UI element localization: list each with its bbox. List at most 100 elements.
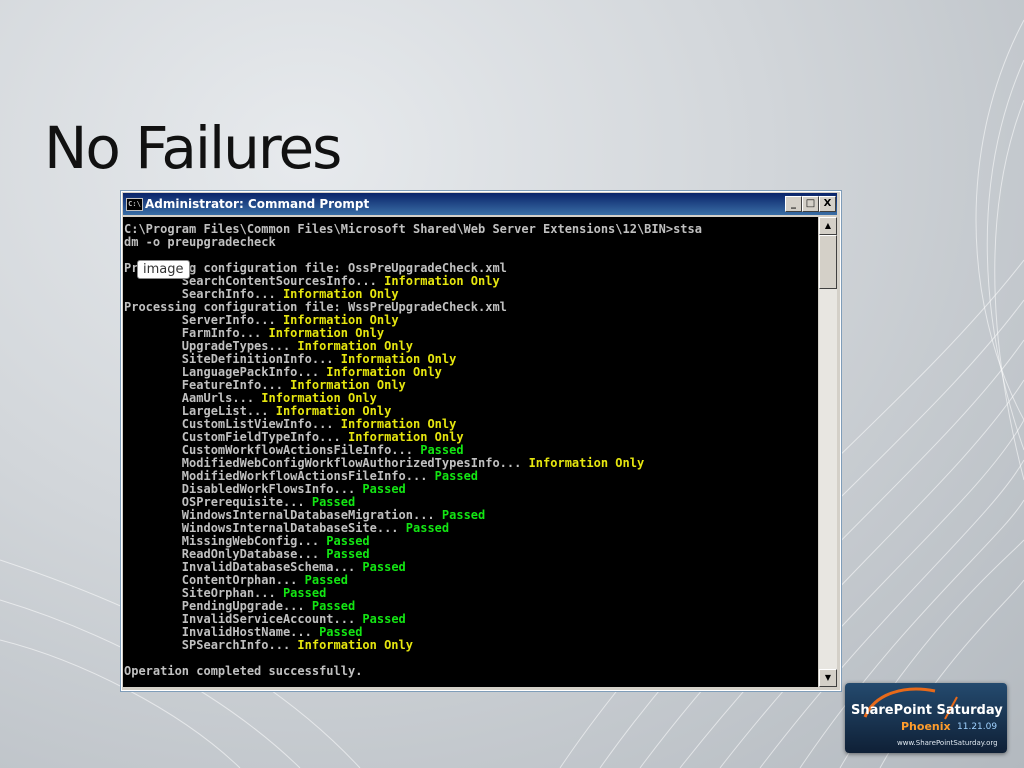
minimize-button[interactable]: _ bbox=[785, 196, 802, 212]
console-line-text: InvalidHostName... bbox=[124, 625, 320, 639]
status-information-only: Information Only bbox=[261, 391, 377, 405]
window-title: Administrator: Command Prompt bbox=[145, 197, 370, 211]
status-information-only: Information Only bbox=[340, 417, 457, 431]
console-line-text: LanguagePackInfo... bbox=[124, 365, 327, 379]
status-information-only: Information Only bbox=[282, 287, 399, 301]
scroll-down-button[interactable]: ▼ bbox=[819, 669, 837, 687]
status-passed: Passed bbox=[420, 443, 464, 457]
command-prompt-icon: C:\ bbox=[126, 198, 143, 211]
status-passed: Passed bbox=[311, 495, 356, 509]
console-line-text: Operation completed successfully. bbox=[124, 664, 363, 678]
console-line-text: ContentOrphan... bbox=[124, 573, 305, 587]
console-line-text: CustomWorkflowActionsFileInfo... bbox=[124, 443, 421, 457]
console-line-text: PendingUpgrade... bbox=[124, 599, 312, 613]
console-line-text: ReadOnlyDatabase... bbox=[124, 547, 327, 561]
console-line: AamUrls... Information Only bbox=[124, 391, 377, 405]
console-line: Operation completed successfully. bbox=[124, 664, 362, 678]
console-line: ModifiedWebConfigWorkflowAuthorizedTypes… bbox=[124, 456, 644, 470]
status-passed: Passed bbox=[304, 573, 348, 587]
console-line: InvalidServiceAccount... Passed bbox=[124, 612, 406, 626]
logo-date: 11.21.09 bbox=[957, 722, 998, 732]
console-line-text: ModifiedWorkflowActionsFileInfo... bbox=[124, 469, 435, 483]
console-line: C:\Program Files\Common Files\Microsoft … bbox=[124, 222, 702, 236]
console-line: ModifiedWorkflowActionsFileInfo... Passe… bbox=[124, 469, 478, 483]
console-line: SiteOrphan... Passed bbox=[124, 586, 327, 600]
vertical-scrollbar[interactable]: ▲ ▼ bbox=[819, 217, 837, 687]
console-line-text: OSPrerequisite... bbox=[124, 495, 312, 509]
slide-title: No Failures bbox=[44, 114, 342, 182]
status-passed: Passed bbox=[441, 508, 486, 522]
close-button[interactable]: X bbox=[819, 196, 836, 212]
console-line-text: DisabledWorkFlowsInfo... bbox=[124, 482, 363, 496]
console-line: CustomListViewInfo... Information Only bbox=[124, 417, 457, 431]
console-line: LanguagePackInfo... Information Only bbox=[124, 365, 442, 379]
console-line: dm -o preupgradecheck bbox=[124, 235, 276, 249]
console-line-text: LargeList... bbox=[124, 404, 276, 418]
status-information-only: Information Only bbox=[268, 326, 385, 340]
console-line: FarmInfo... Information Only bbox=[124, 326, 384, 340]
status-passed: Passed bbox=[326, 547, 370, 561]
status-passed: Passed bbox=[362, 612, 406, 626]
console-line: ServerInfo... Information Only bbox=[124, 313, 399, 327]
status-passed: Passed bbox=[405, 521, 450, 535]
status-passed: Passed bbox=[362, 560, 406, 574]
console-line-text: SearchInfo... bbox=[124, 287, 283, 301]
console-line: MissingWebConfig... Passed bbox=[124, 534, 370, 548]
status-information-only: Information Only bbox=[326, 365, 442, 379]
console-line: DisabledWorkFlowsInfo... Passed bbox=[124, 482, 406, 496]
logo-title: SharePoint Saturday bbox=[851, 703, 1003, 718]
console-line: LargeList... Information Only bbox=[124, 404, 392, 418]
status-passed: Passed bbox=[282, 586, 327, 600]
console-line: OSPrerequisite... Passed bbox=[124, 495, 355, 509]
console-line: SearchInfo... Information Only bbox=[124, 287, 399, 301]
logo-city: Phoenix bbox=[901, 720, 951, 733]
status-passed: Passed bbox=[326, 534, 370, 548]
console-line-text: InvalidServiceAccount... bbox=[124, 612, 363, 626]
console-output-area[interactable]: C:\Program Files\Common Files\Microsoft … bbox=[123, 217, 818, 687]
scroll-up-button[interactable]: ▲ bbox=[819, 217, 837, 235]
status-information-only: Information Only bbox=[384, 274, 500, 288]
console-line: FeatureInfo... Information Only bbox=[124, 378, 406, 392]
scroll-thumb[interactable] bbox=[819, 235, 837, 289]
status-information-only: Information Only bbox=[282, 313, 399, 327]
status-information-only: Information Only bbox=[340, 352, 457, 366]
status-information-only: Information Only bbox=[275, 404, 392, 418]
logo-url: www.SharePointSaturday.org bbox=[897, 739, 998, 747]
console-line-text: UpgradeTypes... bbox=[124, 339, 298, 353]
console-line: Processing configuration file: WssPreUpg… bbox=[124, 300, 507, 314]
console-line-text: SiteDefinitionInfo... bbox=[124, 352, 341, 366]
console-line-text: FeatureInfo... bbox=[124, 378, 291, 392]
console-line: UpgradeTypes... Information Only bbox=[124, 339, 413, 353]
console-line: PendingUpgrade... Passed bbox=[124, 599, 355, 613]
status-passed: Passed bbox=[434, 469, 479, 483]
command-prompt-window[interactable]: C:\ Administrator: Command Prompt _ □ X … bbox=[120, 190, 842, 692]
status-information-only: Information Only bbox=[528, 456, 645, 470]
status-information-only: Information Only bbox=[297, 339, 413, 353]
console-line-text: FarmInfo... bbox=[124, 326, 269, 340]
console-line-text: Processing configuration file: WssPreUpg… bbox=[124, 300, 507, 314]
console-line-text: WindowsInternalDatabaseMigration... bbox=[124, 508, 442, 522]
console-line: SPSearchInfo... Information Only bbox=[124, 638, 413, 652]
console-line: ContentOrphan... Passed bbox=[124, 573, 348, 587]
console-line: SiteDefinitionInfo... Information Only bbox=[124, 352, 457, 366]
console-line-text: CustomFieldTypeInfo... bbox=[124, 430, 348, 444]
window-titlebar[interactable]: C:\ Administrator: Command Prompt _ □ X bbox=[123, 193, 837, 215]
console-line-text: SiteOrphan... bbox=[124, 586, 283, 600]
console-line-text: InvalidDatabaseSchema... bbox=[124, 560, 363, 574]
image-tooltip: image bbox=[137, 260, 190, 279]
status-information-only: Information Only bbox=[297, 638, 413, 652]
status-passed: Passed bbox=[362, 482, 406, 496]
console-line: CustomFieldTypeInfo... Information Only bbox=[124, 430, 464, 444]
status-information-only: Information Only bbox=[290, 378, 406, 392]
console-line-text: ModifiedWebConfigWorkflowAuthorizedTypes… bbox=[124, 456, 529, 470]
console-line: WindowsInternalDatabaseMigration... Pass… bbox=[124, 508, 485, 522]
maximize-button[interactable]: □ bbox=[802, 196, 819, 212]
console-line-text: AamUrls... bbox=[124, 391, 262, 405]
console-line: CustomWorkflowActionsFileInfo... Passed bbox=[124, 443, 464, 457]
console-line-text: MissingWebConfig... bbox=[124, 534, 327, 548]
console-line: InvalidDatabaseSchema... Passed bbox=[124, 560, 406, 574]
console-line: ReadOnlyDatabase... Passed bbox=[124, 547, 370, 561]
console-line-text: ServerInfo... bbox=[124, 313, 283, 327]
status-information-only: Information Only bbox=[347, 430, 464, 444]
console-line: InvalidHostName... Passed bbox=[124, 625, 363, 639]
